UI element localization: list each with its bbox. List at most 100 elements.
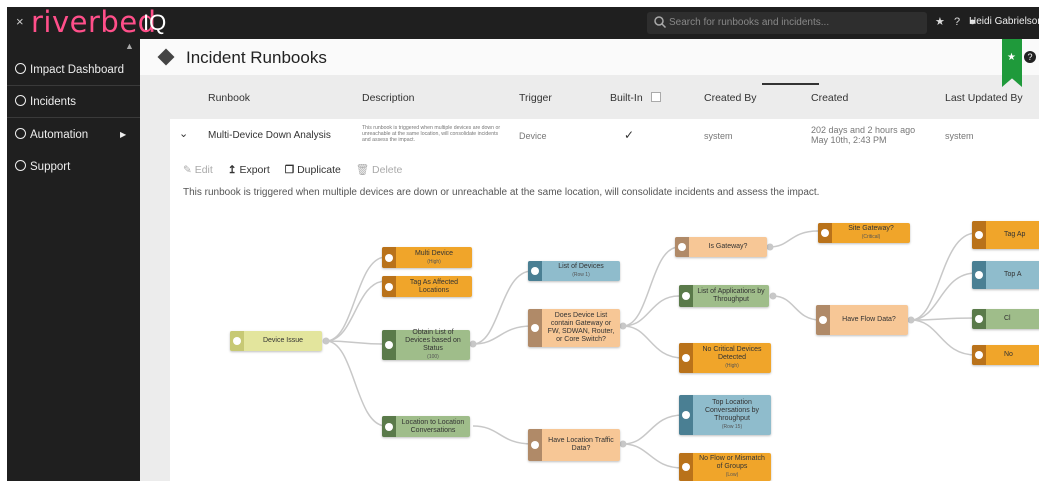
flow-node-top-location[interactable]: Top Location Conversations by Throughput… [679,395,771,435]
column-header-built-in[interactable]: Built-In [610,92,661,104]
tag-icon [972,221,986,249]
node-label: Have Location Traffic Data? [548,437,614,452]
node-label: Multi Device [414,249,454,257]
graduation-cap-icon: ★ [1007,52,1016,63]
flow-node-tag-ap[interactable]: Tag Ap [972,221,1039,249]
pin-icon[interactable]: ▲ [125,41,134,51]
data-icon [382,416,396,437]
incident-icon [818,223,832,243]
flow-node-is-gateway[interactable]: Is Gateway? [675,237,767,257]
runbook-icon [157,48,175,66]
runbook-trigger: Device [519,131,547,141]
sort-indicator [762,83,819,85]
device-icon [230,331,244,351]
flow-node-device-issue[interactable]: Device Issue [230,331,322,351]
flow-node-no-flow[interactable]: No Flow or Mismatch of Groups (Low) [679,453,771,481]
tag-icon [382,276,396,297]
table-row[interactable]: ⌄ Multi-Device Down Analysis This runboo… [170,119,1039,151]
node-label: Does Device List contain Gateway or FW, … [547,312,615,343]
sidebar-item-support[interactable]: Support [7,152,140,182]
sidebar-item-impact-dashboard[interactable]: Impact Dashboard [7,55,140,85]
decision-icon [675,237,689,257]
page-title: Incident Runbooks [186,48,327,67]
flow-node-list-of-devices[interactable]: List of Devices (Row 1) [528,261,620,281]
incident-icon [382,247,396,268]
flow-node-site-gateway[interactable]: Site Gateway? (Critical) [818,223,910,243]
flow-node-tag-affected[interactable]: Tag As Affected Locations [382,276,472,297]
globe-icon [15,160,26,171]
flow-node-have-location-traffic[interactable]: Have Location Traffic Data? [528,429,620,461]
chevron-down-icon[interactable]: ⌄ [179,127,188,140]
brand-logo: riverbed [31,7,157,39]
node-sublabel: (Critical) [861,234,881,240]
app-window: × riverbed IQ Search for runbooks and in… [7,7,1039,481]
sidebar-item-label: Impact Dashboard [30,64,124,76]
column-header-created[interactable]: Created [811,92,848,104]
flow-node-have-flow-data[interactable]: Have Flow Data? [816,305,908,335]
node-sublabel: (Row 15) [721,424,743,430]
flow-node-multi-device[interactable]: Multi Device (High) [382,247,472,268]
incident-icon [679,343,693,373]
education-flag[interactable]: ★ [1002,39,1022,87]
node-label: Top A [1004,271,1022,278]
node-label: Location to Location Conversations [401,418,465,434]
decision-icon [816,305,830,335]
table-icon [679,395,693,435]
flow-node-no[interactable]: No [972,345,1039,365]
data-icon [679,285,693,307]
user-name[interactable]: Heidi Gabrielson [969,16,1039,27]
node-label: Site Gateway? [848,225,894,232]
built-in-check-icon: ✓ [624,128,635,142]
table-header: Runbook Description Trigger Built-In Cre… [170,83,1039,113]
flow-node-does-device-list[interactable]: Does Device List contain Gateway or FW, … [528,309,620,347]
search-icon [654,16,667,29]
column-header-description[interactable]: Description [362,92,415,104]
flow-node-cl[interactable]: Cl [972,309,1039,329]
flow-node-obtain-list[interactable]: Obtain List of Devices based on Status (1… [382,329,470,360]
flow-node-top-a[interactable]: Top A [972,261,1039,289]
help-icon[interactable]: ? [1024,51,1036,63]
incident-icon [972,345,986,365]
node-label: No Flow or Mismatch of Groups [699,455,765,470]
node-label: No [1004,351,1013,358]
search-box[interactable]: Search for runbooks and incidents... [647,12,927,34]
runbook-created-by: system [704,131,733,141]
node-label: No Critical Devices Detected [702,346,762,361]
decision-icon [528,309,542,347]
node-label: Top Location Conversations by Throughput [704,399,760,422]
column-header-trigger[interactable]: Trigger [519,92,552,104]
flow-node-list-of-applications[interactable]: List of Applications by Throughput [679,285,769,307]
node-label: Tag As Affected Locations [409,278,459,294]
top-bar: × riverbed IQ Search for runbooks and in… [7,7,1039,39]
sidebar-item-automation[interactable]: Automation ▶ [7,120,140,150]
bar-chart-icon [972,261,986,289]
incident-icon [679,453,693,481]
built-in-checkbox[interactable] [650,92,661,102]
close-icon[interactable]: × [16,14,24,29]
brand-logo-suffix: IQ [143,10,167,35]
flow-node-no-critical-devices[interactable]: No Critical Devices Detected (High) [679,343,771,373]
node-label: Cl [1004,315,1011,322]
chevron-right-icon: ▶ [120,130,127,139]
runbook-updated-by: system [945,131,974,141]
runbook-flow-canvas[interactable]: Device Issue Multi Device (High) Tag As A… [170,151,1039,481]
sidebar-item-label: Automation [30,129,89,141]
runbook-name[interactable]: Multi-Device Down Analysis [208,130,331,141]
node-label: Device Issue [262,337,304,344]
sidebar-item-incidents[interactable]: Incidents [7,87,140,117]
column-header-created-by[interactable]: Created By [704,92,757,104]
help-icon[interactable]: ? [954,16,960,28]
gear-icon [15,128,26,139]
table-icon [528,261,542,281]
flow-node-location-conversations[interactable]: Location to Location Conversations [382,416,470,437]
node-sublabel: (Low) [725,472,739,478]
sidebar-item-label: Support [30,161,71,173]
runbook-detail-panel: ✎ Edit ↥ Export ❐ Duplicate 🗑 Delete Thi… [170,151,1039,481]
node-label: Have Flow Data? [842,316,896,323]
node-label: Tag Ap [1004,231,1026,238]
node-label: List of Devices [558,263,604,270]
graduation-cap-icon[interactable]: ★ [935,16,945,28]
runbook-created-relative: 202 days and 2 hours ago [811,125,916,135]
column-header-last-updated-by[interactable]: Last Updated By [945,92,1023,104]
column-header-runbook[interactable]: Runbook [208,92,250,104]
